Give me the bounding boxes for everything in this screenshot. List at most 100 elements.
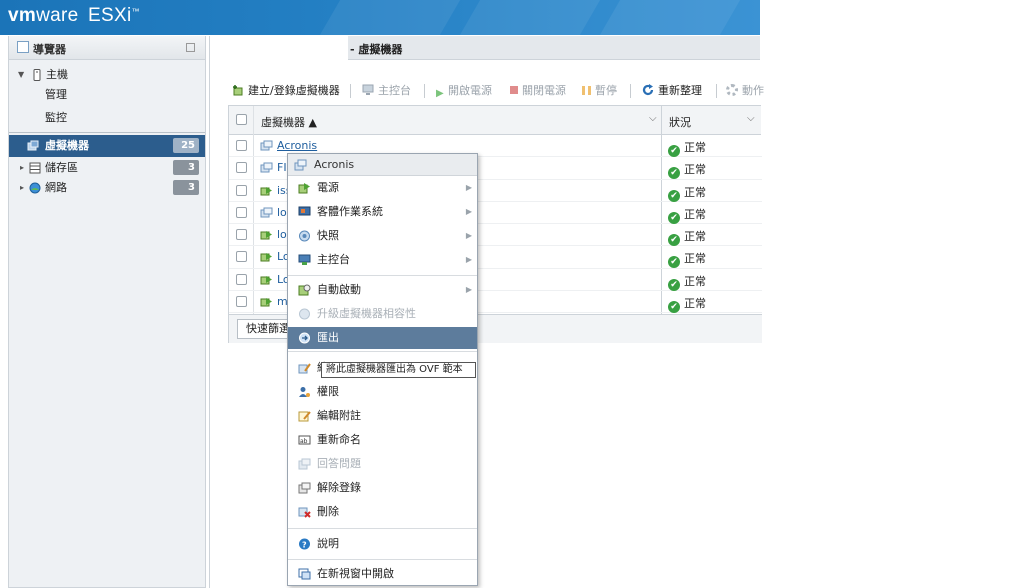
menu-separator	[288, 559, 477, 560]
menu-item-console[interactable]: 主控台 ▶	[288, 249, 477, 271]
menu-separator	[288, 528, 477, 529]
nav-divider	[9, 132, 205, 133]
row-checkbox[interactable]	[236, 251, 247, 263]
row-checkbox[interactable]	[236, 140, 247, 151]
menu-item-delete[interactable]: 刪除	[288, 501, 477, 523]
network-count-badge: 3	[173, 180, 199, 195]
check-circle-icon: ✔	[668, 211, 680, 224]
menu-item-export[interactable]: 匯出	[288, 327, 477, 349]
column-menu-chevron-icon[interactable]: ⌵	[649, 113, 657, 124]
status-text: 正常	[684, 274, 706, 288]
menu-item-unregister[interactable]: 解除登錄	[288, 477, 477, 499]
actions-button[interactable]: 動作	[726, 82, 764, 100]
column-menu-chevron-icon[interactable]: ⌵	[747, 113, 755, 124]
vm-icon	[27, 140, 39, 151]
collapse-panel-icon[interactable]	[186, 43, 195, 52]
nav-item-networking[interactable]: ▸ 網路 3	[9, 177, 205, 199]
menu-item-power[interactable]: 電源 ▶	[288, 177, 477, 199]
create-register-vm-button[interactable]: 建立/登錄虛擬機器	[232, 82, 340, 100]
create-register-vm-label: 建立/登錄虛擬機器	[248, 84, 340, 97]
submenu-arrow-icon: ▶	[465, 255, 472, 264]
check-circle-icon: ✔	[668, 278, 680, 291]
vmware-esxi-logo[interactable]: vmware ESXi™	[8, 5, 140, 27]
menu-item-autostart[interactable]: 自動啟動 ▶	[288, 279, 477, 301]
expand-arrow-icon[interactable]: ▸	[20, 177, 24, 199]
actions-label: 動作	[742, 84, 764, 97]
network-globe-icon	[29, 182, 41, 194]
row-checkbox[interactable]	[236, 296, 247, 308]
expand-arrow-icon[interactable]: ▼	[18, 64, 24, 86]
power-on-button[interactable]: ▶ 開啟電源	[436, 82, 492, 100]
column-header-vm[interactable]: 虛擬機器 ▲	[261, 114, 317, 130]
menu-item-guest-os[interactable]: 客體作業系統 ▶	[288, 201, 477, 223]
status-cell: ✔ 正常	[668, 228, 706, 247]
vm-on-icon	[260, 298, 272, 307]
suspend-button[interactable]: 暫停	[582, 82, 617, 100]
content-title: - 虛擬機器	[350, 43, 403, 56]
menu-item-open-new-window[interactable]: 在新視窗中開啟	[288, 563, 477, 585]
menu-item-upgrade-compatibility[interactable]: 升級虛擬機器相容性	[288, 303, 477, 325]
menu-item-edit-notes[interactable]: 編輯附註	[288, 405, 477, 427]
svg-text:ab: ab	[300, 438, 308, 445]
nav-item-virtual-machines[interactable]: 虛擬機器 25	[9, 135, 205, 157]
navigator-header: 導覽器	[9, 36, 205, 60]
row-checkbox[interactable]	[236, 184, 247, 196]
menu-item-permissions[interactable]: 權限	[288, 381, 477, 403]
row-checkbox[interactable]	[236, 273, 247, 285]
status-cell: ✔ 正常	[668, 295, 706, 314]
check-circle-icon: ✔	[668, 234, 680, 247]
navigator-title: 導覽器	[33, 43, 66, 56]
status-text: 正常	[684, 297, 706, 311]
power-on-label: 開啟電源	[448, 84, 492, 97]
row-checkbox[interactable]	[236, 229, 247, 241]
refresh-button[interactable]: 重新整理	[642, 82, 702, 100]
row-checkbox[interactable]	[236, 206, 247, 218]
nav-label-monitor: 監控	[45, 111, 67, 124]
status-cell: ✔ 正常	[668, 139, 706, 157]
nav-label-networking: 網路	[45, 181, 67, 194]
navigator-panel: 導覽器 ▼ 主機 管理 監控 虛擬機器 25 ▸ 儲存區 3 ▸ 網路 3	[8, 36, 206, 588]
power-off-button[interactable]: 關閉電源	[510, 82, 566, 100]
row-checkbox[interactable]	[236, 162, 247, 174]
column-header-status[interactable]: 狀況	[669, 114, 691, 130]
toolbar-separator	[716, 84, 717, 98]
nav-item-host[interactable]: ▼ 主機	[9, 64, 205, 86]
submenu-arrow-icon: ▶	[465, 231, 472, 240]
check-circle-icon: ✔	[668, 256, 680, 269]
status-cell: ✔ 正常	[668, 206, 706, 224]
unregister-icon	[298, 482, 311, 494]
submenu-arrow-icon: ▶	[465, 183, 472, 192]
guest-os-icon	[298, 206, 311, 216]
host-icon	[33, 69, 41, 81]
vm-name-link[interactable]: FI	[277, 161, 287, 174]
delete-icon	[298, 507, 311, 518]
menu-item-snapshots[interactable]: 快照 ▶	[288, 225, 477, 247]
vm-off-icon	[294, 159, 307, 171]
menu-separator	[288, 275, 477, 276]
menu-item-rename[interactable]: ab 重新命名	[288, 429, 477, 451]
status-cell: ✔ 正常	[668, 161, 706, 180]
expand-arrow-icon[interactable]: ▸	[20, 157, 24, 179]
grid-header: 虛擬機器 ▲ ⌵ 狀況 ⌵	[229, 106, 761, 135]
vm-off-icon	[260, 207, 273, 218]
check-circle-icon: ✔	[668, 301, 680, 314]
menu-item-answer-question[interactable]: 回答問題	[288, 453, 477, 475]
nav-item-manage[interactable]: 管理	[9, 84, 205, 106]
console-label: 主控台	[378, 84, 411, 97]
nav-item-monitor[interactable]: 監控	[9, 107, 205, 129]
console-button[interactable]: 主控台	[362, 82, 411, 100]
menu-item-help[interactable]: ? 說明	[288, 533, 477, 555]
storage-icon	[29, 162, 41, 174]
status-cell: ✔ 正常	[668, 250, 706, 269]
toolbar-separator	[630, 84, 631, 98]
nav-item-storage[interactable]: ▸ 儲存區 3	[9, 157, 205, 179]
power-icon	[298, 183, 310, 194]
play-icon: ▶	[436, 88, 444, 99]
vm-on-icon	[260, 186, 272, 196]
status-text: 正常	[684, 185, 706, 199]
autostart-icon	[298, 284, 311, 296]
vm-off-icon	[260, 162, 273, 173]
toolbar-separator	[350, 84, 351, 98]
vm-name-link[interactable]: Acronis	[277, 139, 317, 152]
select-all-checkbox[interactable]	[236, 114, 247, 125]
